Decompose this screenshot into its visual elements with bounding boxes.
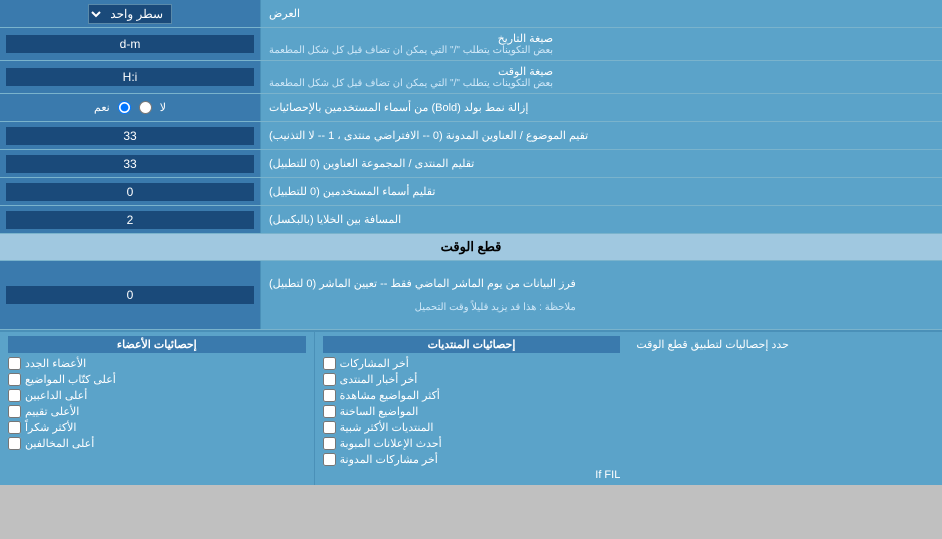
topics-order-label: تقيم الموضوع / العناوين المدونة (0 -- ال… (260, 122, 942, 149)
header-row: العرض سطر واحد سطرين ثلاثة أسطر (0, 0, 942, 28)
cb-hot-topics[interactable] (323, 405, 336, 418)
cb-most-viewed[interactable] (323, 389, 336, 402)
usernames-trim-label: تقليم أسماء المستخدمين (0 للتطبيل) (260, 178, 942, 205)
header-label: العرض (269, 7, 300, 20)
cb-top-callers[interactable] (8, 389, 21, 402)
members-stats-col: إحصائيات الأعضاء الأعضاء الجدد أعلى كتّا… (0, 332, 314, 485)
ifFIL-note: If FIL (323, 469, 621, 481)
header-input: سطر واحد سطرين ثلاثة أسطر (0, 0, 260, 27)
cells-spacing-input[interactable]: 2 (6, 211, 254, 229)
bold-radio-yes[interactable] (118, 101, 131, 114)
cb-top-rated[interactable] (8, 405, 21, 418)
bold-radio-no-label: لا (160, 101, 166, 114)
time-format-input[interactable]: H:i (6, 68, 254, 86)
display-select[interactable]: سطر واحد سطرين ثلاثة أسطر (88, 4, 172, 24)
checkbox-latest-posts: أخر المشاركات (323, 357, 621, 370)
cb-new-members[interactable] (8, 357, 21, 370)
cb-most-thanked[interactable] (8, 421, 21, 434)
checkbox-blog-posts: أخر مشاركات المدونة (323, 453, 621, 466)
forum-order-input[interactable]: 33 (6, 155, 254, 173)
cb-forum-news[interactable] (323, 373, 336, 386)
checkbox-forum-news: أخر أخبار المنتدى (323, 373, 621, 386)
topics-order-input-wrap: 33 (0, 122, 260, 149)
date-format-label: صيغة التاريخ بعض التكوينات يتطلب "/" الت… (260, 28, 942, 60)
cb-latest-posts[interactable] (323, 357, 336, 370)
main-container: العرض سطر واحد سطرين ثلاثة أسطر صيغة الت… (0, 0, 942, 485)
date-format-input-wrap: d-m (0, 28, 260, 60)
cb-blog-posts[interactable] (323, 453, 336, 466)
checkbox-hot-topics: المواضيع الساخنة (323, 405, 621, 418)
checkbox-latest-classifieds: أحدث الإعلانات المبوبة (323, 437, 621, 450)
date-format-row: صيغة التاريخ بعض التكوينات يتطلب "/" الت… (0, 28, 942, 61)
cells-spacing-input-wrap: 2 (0, 206, 260, 233)
cb-similar-forums[interactable] (323, 421, 336, 434)
cb-top-violators[interactable] (8, 437, 21, 450)
posts-stats-header: إحصائيات المنتديات (323, 336, 621, 353)
bold-remove-input-wrap: لا نعم (0, 94, 260, 121)
checkbox-top-violators: أعلى المخالفين (8, 437, 306, 450)
checkbox-most-thanked: الأكثر شكراً (8, 421, 306, 434)
cb-top-posters[interactable] (8, 373, 21, 386)
time-format-label: صيغة الوقت بعض التكوينات يتطلب "/" التي … (260, 61, 942, 93)
bold-radio-no[interactable] (139, 101, 152, 114)
section-label: العرض (260, 0, 942, 27)
usernames-trim-input-wrap: 0 (0, 178, 260, 205)
bottom-section: حدد إحصاليات لتطبيق قطع الوقت إحصائيات ا… (0, 330, 942, 485)
stats-apply-label: حدد إحصاليات لتطبيق قطع الوقت (628, 332, 942, 485)
usernames-trim-input[interactable]: 0 (6, 183, 254, 201)
cutoff-section-header: قطع الوقت (0, 234, 942, 261)
bold-radio-yes-label: نعم (94, 101, 110, 114)
time-format-row: صيغة الوقت بعض التكوينات يتطلب "/" التي … (0, 61, 942, 94)
bold-remove-row: إزالة نمط بولد (Bold) من أسماء المستخدمي… (0, 94, 942, 122)
cutoff-label: فرز البيانات من يوم الماشر الماضي فقط --… (260, 261, 942, 329)
members-stats-header: إحصائيات الأعضاء (8, 336, 306, 353)
checkbox-new-members: الأعضاء الجدد (8, 357, 306, 370)
topics-order-input[interactable]: 33 (6, 127, 254, 145)
cutoff-input[interactable] (6, 286, 254, 304)
usernames-trim-row: تقليم أسماء المستخدمين (0 للتطبيل) 0 (0, 178, 942, 206)
checkbox-top-posters: أعلى كتّاب المواضيع (8, 373, 306, 386)
checkbox-similar-forums: المنتديات الأكثر شبية (323, 421, 621, 434)
forum-order-input-wrap: 33 (0, 150, 260, 177)
bold-radio-group: لا نعم (90, 99, 170, 116)
cutoff-input-wrap (0, 261, 260, 329)
bold-remove-label: إزالة نمط بولد (Bold) من أسماء المستخدمي… (260, 94, 942, 121)
cells-spacing-row: المسافة بين الخلايا (بالبكسل) 2 (0, 206, 942, 234)
checkbox-most-viewed: أكثر المواضيع مشاهدة (323, 389, 621, 402)
checkbox-top-rated: الأعلى تقييم (8, 405, 306, 418)
cutoff-row: فرز البيانات من يوم الماشر الماضي فقط --… (0, 261, 942, 330)
cells-spacing-label: المسافة بين الخلايا (بالبكسل) (260, 206, 942, 233)
posts-stats-col: إحصائيات المنتديات أخر المشاركات أخر أخب… (314, 332, 629, 485)
time-format-input-wrap: H:i (0, 61, 260, 93)
forum-order-row: تقليم المنتدى / المجموعة العناوين (0 للت… (0, 150, 942, 178)
checkbox-top-callers: أعلى الداعبين (8, 389, 306, 402)
forum-order-label: تقليم المنتدى / المجموعة العناوين (0 للت… (260, 150, 942, 177)
cb-latest-classifieds[interactable] (323, 437, 336, 450)
topics-order-row: تقيم الموضوع / العناوين المدونة (0 -- ال… (0, 122, 942, 150)
date-format-input[interactable]: d-m (6, 35, 254, 53)
